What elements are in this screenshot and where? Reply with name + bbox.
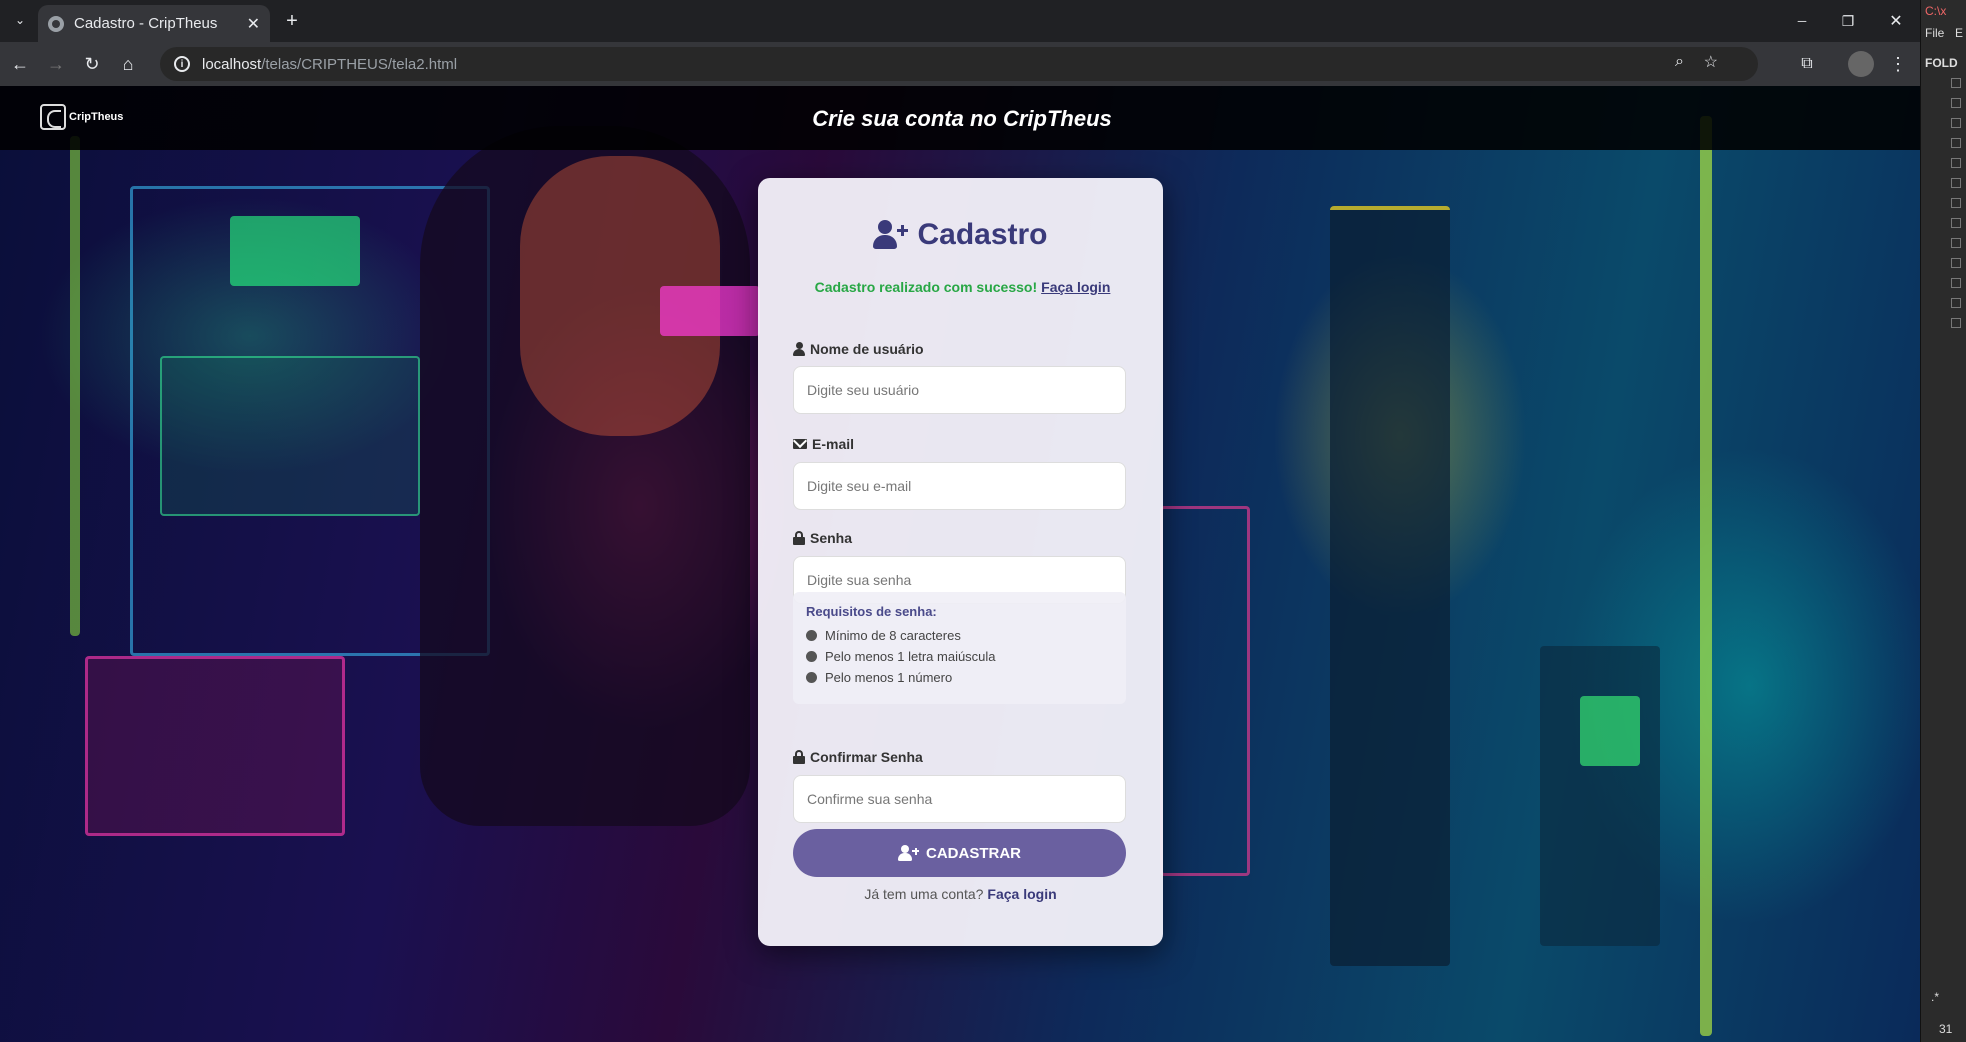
file-icon[interactable] bbox=[1951, 138, 1961, 148]
background-building-decoration bbox=[1330, 206, 1450, 966]
tab-search-chevron-icon[interactable]: ⌄ bbox=[8, 8, 32, 32]
file-icon[interactable] bbox=[1951, 218, 1961, 228]
user-plus-icon bbox=[898, 845, 920, 861]
url-host: localhost bbox=[202, 55, 262, 73]
background-light-beam-decoration bbox=[1700, 116, 1712, 1036]
requirement-item: Pelo menos 1 letra maiúscula bbox=[806, 646, 1113, 667]
email-input[interactable] bbox=[793, 462, 1126, 510]
file-icon[interactable] bbox=[1951, 178, 1961, 188]
login-prompt-text: Já tem uma conta? bbox=[864, 886, 984, 902]
requirement-text: Mínimo de 8 caracteres bbox=[825, 628, 961, 643]
editor-menu-file[interactable]: File bbox=[1925, 26, 1944, 40]
username-label-text: Nome de usuário bbox=[810, 341, 924, 357]
editor-side-panel: C:\x File E FOLD .* 31 bbox=[1920, 0, 1966, 1042]
background-screen-decoration bbox=[85, 656, 345, 836]
tab-close-icon[interactable]: ✕ bbox=[247, 14, 260, 34]
signup-card: Cadastro Cadastro realizado com sucesso!… bbox=[758, 178, 1163, 946]
success-message: Cadastro realizado com sucesso! Faça logi… bbox=[758, 279, 1163, 295]
file-icon[interactable] bbox=[1951, 258, 1961, 268]
register-button-label: CADASTRAR bbox=[926, 844, 1021, 862]
envelope-icon bbox=[793, 439, 807, 449]
requirement-text: Pelo menos 1 letra maiúscula bbox=[825, 649, 996, 664]
folder-icon[interactable] bbox=[1951, 98, 1961, 108]
background-figure-decoration bbox=[660, 286, 760, 336]
editor-menu-e[interactable]: E bbox=[1955, 26, 1963, 40]
user-plus-icon bbox=[873, 220, 909, 250]
requirement-item: Pelo menos 1 número bbox=[806, 667, 1113, 688]
regex-toggle[interactable]: .* bbox=[1931, 990, 1939, 1004]
page-title: Crie sua conta no CripTheus bbox=[812, 106, 1112, 131]
confirm-password-input[interactable] bbox=[793, 775, 1126, 823]
success-text: Cadastro realizado com sucesso! bbox=[814, 279, 1038, 295]
address-bar[interactable]: i localhost/telas/CRIPTHEUS/tela2.html ⌕… bbox=[160, 47, 1758, 81]
file-icon[interactable] bbox=[1951, 318, 1961, 328]
browser-toolbar: ← → ↻ ⌂ i localhost/telas/CRIPTHEUS/tela… bbox=[0, 42, 1920, 86]
lock-icon bbox=[793, 531, 805, 545]
email-label-text: E-mail bbox=[812, 436, 855, 452]
bookmark-star-icon[interactable]: ☆ bbox=[1704, 52, 1718, 72]
file-icon[interactable] bbox=[1951, 118, 1961, 128]
requirement-item: Mínimo de 8 caracteres bbox=[806, 625, 1113, 646]
editor-status-line: 31 bbox=[1939, 1022, 1953, 1036]
reload-icon[interactable]: ↻ bbox=[80, 52, 104, 76]
back-arrow-icon[interactable]: ← bbox=[8, 52, 32, 76]
background-screen-decoration bbox=[160, 356, 420, 516]
status-dot-icon bbox=[806, 630, 817, 641]
zoom-icon[interactable]: ⌕ bbox=[1675, 53, 1684, 71]
password-label-text: Senha bbox=[810, 530, 853, 546]
url-path: /telas/CRIPTHEUS/tela2.html bbox=[261, 55, 458, 73]
status-dot-icon bbox=[806, 651, 817, 662]
file-icon[interactable] bbox=[1951, 198, 1961, 208]
background-sign-decoration bbox=[1160, 506, 1250, 876]
new-tab-button[interactable]: + bbox=[280, 9, 304, 33]
file-icon[interactable] bbox=[1951, 238, 1961, 248]
lock-icon bbox=[793, 750, 805, 764]
confirm-password-label: Confirmar Senha bbox=[793, 749, 923, 765]
browser-tabstrip: ⌄ Cadastro - CripTheus ✕ + ─ ❐ ✕ bbox=[0, 0, 1920, 42]
minimize-button[interactable]: ─ bbox=[1790, 9, 1814, 33]
home-icon[interactable]: ⌂ bbox=[116, 52, 140, 76]
editor-title: C:\x bbox=[1925, 4, 1947, 18]
file-icon[interactable] bbox=[1951, 278, 1961, 288]
window-close-button[interactable]: ✕ bbox=[1884, 9, 1908, 33]
editor-folders-label: FOLD bbox=[1925, 56, 1958, 70]
username-input[interactable] bbox=[793, 366, 1126, 414]
profile-avatar[interactable] bbox=[1848, 51, 1874, 77]
success-login-link[interactable]: Faça login bbox=[1041, 279, 1110, 295]
email-label: E-mail bbox=[793, 436, 854, 452]
restore-button[interactable]: ❐ bbox=[1836, 9, 1860, 33]
background-light-beam-decoration bbox=[70, 136, 80, 636]
background-building-decoration bbox=[1580, 696, 1640, 766]
card-title-text: Cadastro bbox=[917, 218, 1048, 251]
background-screen-decoration bbox=[230, 216, 360, 286]
login-link[interactable]: Faça login bbox=[987, 886, 1056, 902]
extensions-icon[interactable]: ⧉ bbox=[1795, 52, 1819, 76]
requirement-text: Pelo menos 1 número bbox=[825, 670, 953, 685]
page-background: CripTheus Crie sua conta no CripTheus Ca… bbox=[0, 86, 1920, 1042]
password-requirements-box: Requisitos de senha: Mínimo de 8 caracte… bbox=[793, 592, 1126, 704]
browser-tab-active[interactable]: Cadastro - CripTheus ✕ bbox=[38, 5, 270, 42]
password-label: Senha bbox=[793, 530, 852, 546]
site-header: CripTheus Crie sua conta no CripTheus bbox=[0, 86, 1920, 150]
card-title: Cadastro bbox=[758, 218, 1163, 252]
globe-icon bbox=[48, 15, 64, 32]
register-button[interactable]: CADASTRAR bbox=[793, 829, 1126, 877]
site-info-icon[interactable]: i bbox=[174, 56, 190, 72]
status-dot-icon bbox=[806, 672, 817, 683]
login-prompt: Já tem uma conta? Faça login bbox=[758, 886, 1163, 902]
file-icon[interactable] bbox=[1951, 298, 1961, 308]
file-icon[interactable] bbox=[1951, 158, 1961, 168]
user-icon bbox=[793, 342, 805, 356]
tab-title: Cadastro - CripTheus bbox=[74, 15, 218, 32]
requirements-title: Requisitos de senha: bbox=[806, 604, 937, 619]
menu-kebab-icon[interactable]: ⋮ bbox=[1886, 52, 1910, 76]
confirm-password-label-text: Confirmar Senha bbox=[810, 749, 923, 765]
folder-icon[interactable] bbox=[1951, 78, 1961, 88]
background-building-decoration bbox=[1540, 646, 1660, 946]
forward-arrow-icon[interactable]: → bbox=[44, 52, 68, 76]
username-label: Nome de usuário bbox=[793, 341, 924, 357]
